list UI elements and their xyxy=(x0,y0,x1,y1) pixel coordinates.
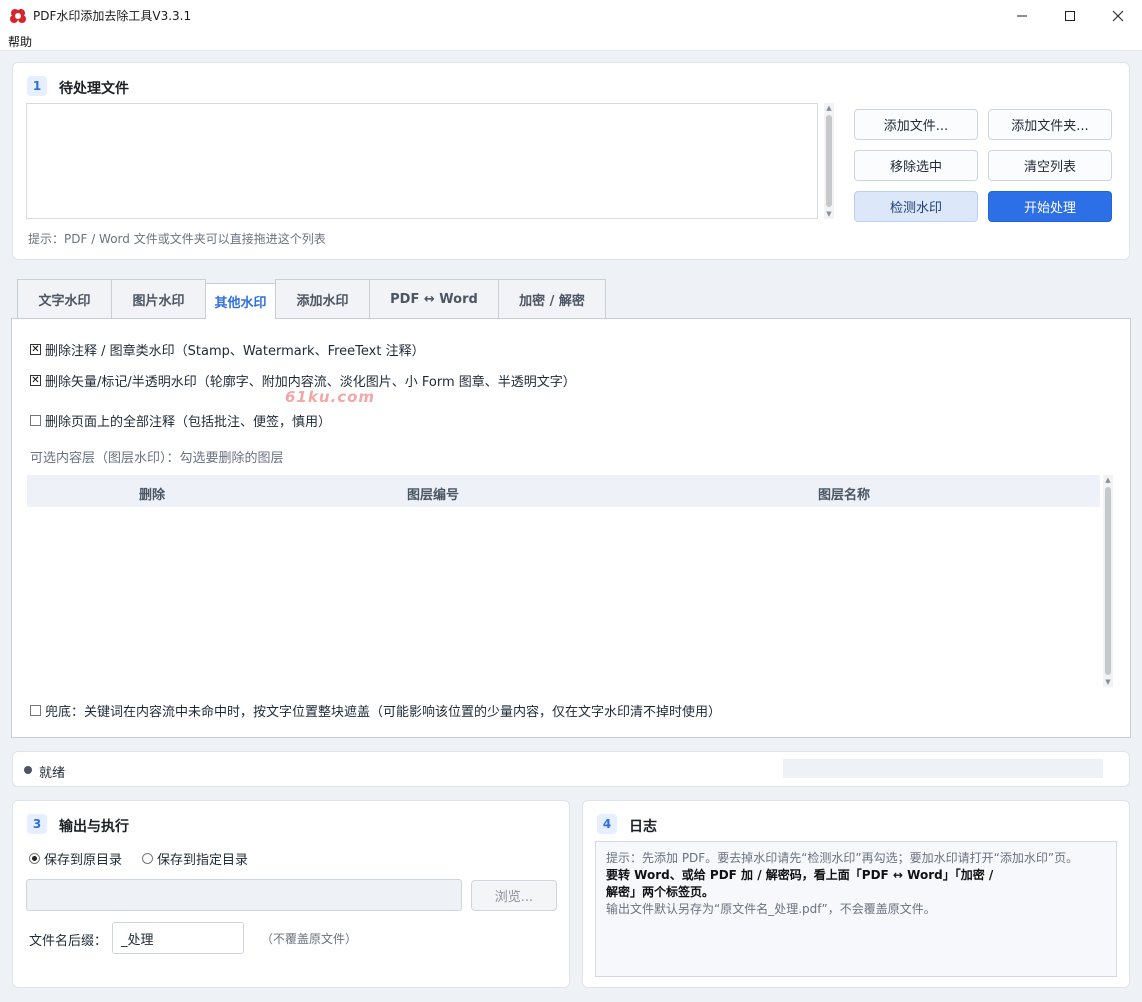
scroll-thumb[interactable] xyxy=(826,115,832,207)
tab-text-watermark[interactable]: 文字水印 xyxy=(17,279,112,319)
checkbox-annotations[interactable]: ✕ xyxy=(30,344,41,355)
log-output[interactable]: 提示：先添加 PDF。要去掉水印请先“检测水印”再勾选；要加水印请打开“添加水印… xyxy=(595,841,1117,977)
radio-save-original[interactable] xyxy=(29,853,40,864)
layers-table-scrollbar[interactable]: ▲ ▼ xyxy=(1103,475,1113,687)
files-section-title: 待处理文件 xyxy=(59,81,129,97)
minimize-button[interactable] xyxy=(998,0,1046,31)
tab-image-watermark[interactable]: 图片水印 xyxy=(111,279,206,319)
layers-label: 可选内容层（图层水印）：勾选要删除的图层 xyxy=(30,451,284,466)
tab-encrypt-decrypt[interactable]: 加密 / 解密 xyxy=(498,279,606,319)
output-dir-input[interactable] xyxy=(26,879,462,911)
window-title: PDF水印添加去除工具V3.3.1 xyxy=(33,9,192,23)
minimize-icon xyxy=(1017,15,1027,16)
status-indicator-icon xyxy=(24,766,32,774)
checkbox-fallback[interactable] xyxy=(30,705,41,716)
column-layer-number[interactable]: 图层编号 xyxy=(407,484,459,503)
other-watermark-pane: ✕ 删除注释 / 图章类水印（Stamp、Watermark、FreeText … xyxy=(11,318,1131,738)
log-line-tabs-b: 解密」两个标签页。 xyxy=(606,885,715,899)
log-section-title: 日志 xyxy=(629,819,657,835)
scroll-down-icon[interactable]: ▼ xyxy=(1103,677,1113,687)
save-custom-option[interactable]: 保存到指定目录 xyxy=(142,849,248,868)
remove-selected-button[interactable]: 移除选中 xyxy=(854,150,978,181)
suffix-label: 文件名后缀： xyxy=(29,934,108,949)
option-all-annotations[interactable]: 删除页面上的全部注释（包括批注、便签，慎用） xyxy=(30,411,331,430)
log-line-tabs-a: 要转 Word、或给 PDF 加 / 解密码，看上面「PDF ↔ Word」「加… xyxy=(606,868,994,882)
option-all-annotations-label: 删除页面上的全部注释（包括批注、便签，慎用） xyxy=(45,415,332,430)
progress-bar xyxy=(783,759,1103,778)
column-delete[interactable]: 删除 xyxy=(139,484,165,503)
option-fallback[interactable]: 兜底：关键词在内容流中未命中时，按文字位置整块遮盖（可能影响该位置的少量内容，仅… xyxy=(30,701,721,720)
radio-save-custom[interactable] xyxy=(142,853,153,864)
section-number-badge: 3 xyxy=(27,814,47,834)
menu-help[interactable]: 帮助 xyxy=(8,33,32,50)
title-bar: PDF水印添加去除工具V3.3.1 xyxy=(0,0,1142,31)
browse-button[interactable]: 浏览... xyxy=(471,880,557,911)
menu-bar: 帮助 xyxy=(0,31,1142,51)
section-number-badge: 1 xyxy=(27,76,47,96)
scroll-thumb[interactable] xyxy=(1105,487,1111,675)
scroll-up-icon[interactable]: ▲ xyxy=(824,103,834,113)
log-line-output: 输出文件默认另存为“原文件名_处理.pdf”，不会覆盖原文件。 xyxy=(606,902,936,916)
save-original-option[interactable]: 保存到原目录 xyxy=(29,849,122,868)
output-section-title: 输出与执行 xyxy=(59,819,129,835)
start-processing-button[interactable]: 开始处理 xyxy=(988,191,1112,222)
save-original-label: 保存到原目录 xyxy=(44,853,123,868)
column-layer-name[interactable]: 图层名称 xyxy=(818,484,870,503)
log-panel: 4 日志 提示：先添加 PDF。要去掉水印请先“检测水印”再勾选；要加水印请打开… xyxy=(582,800,1130,988)
close-button[interactable] xyxy=(1094,0,1142,31)
option-fallback-label: 兜底：关键词在内容流中未命中时，按文字位置整块遮盖（可能影响该位置的少量内容，仅… xyxy=(45,705,722,720)
status-text: 就绪 xyxy=(39,766,66,781)
files-panel: 1 待处理文件 ▲ ▼ 提示：PDF / Word 文件或文件夹可以直接拖进这个… xyxy=(12,62,1130,260)
app-logo-icon xyxy=(10,8,26,23)
tab-add-watermark[interactable]: 添加水印 xyxy=(275,279,370,319)
close-icon xyxy=(1112,10,1124,21)
checkbox-vector[interactable]: ✕ xyxy=(30,375,41,386)
layers-table-body[interactable] xyxy=(27,507,1100,687)
option-annotations[interactable]: ✕ 删除注释 / 图章类水印（Stamp、Watermark、FreeText … xyxy=(30,340,425,359)
scroll-up-icon[interactable]: ▲ xyxy=(1103,475,1113,485)
save-custom-label: 保存到指定目录 xyxy=(157,853,249,868)
scroll-down-icon[interactable]: ▼ xyxy=(824,209,834,219)
tab-other-watermark[interactable]: 其他水印 xyxy=(205,283,276,319)
log-line-hint: 提示：先添加 PDF。要去掉水印请先“检测水印”再勾选；要加水印请打开“添加水印… xyxy=(606,851,1079,865)
maximize-icon xyxy=(1065,10,1075,21)
tab-pdf-word[interactable]: PDF ↔ Word xyxy=(369,279,499,319)
section-number-badge: 4 xyxy=(597,814,617,834)
site-watermark-logo: 61ku.com xyxy=(285,388,376,406)
drag-hint: 提示：PDF / Word 文件或文件夹可以直接拖进这个列表 xyxy=(28,232,326,246)
file-list-scrollbar[interactable]: ▲ ▼ xyxy=(824,103,834,219)
layers-table-header: 删除 图层编号 图层名称 xyxy=(27,475,1100,507)
suffix-input[interactable]: _处理 xyxy=(112,922,244,954)
output-panel: 3 输出与执行 保存到原目录 保存到指定目录 浏览... 文件名后缀： _处理 … xyxy=(12,800,570,988)
status-bar: 就绪 xyxy=(12,751,1130,787)
add-folder-button[interactable]: 添加文件夹... xyxy=(988,109,1112,140)
maximize-button[interactable] xyxy=(1046,0,1094,31)
suffix-note: （不覆盖原文件） xyxy=(261,932,358,946)
detect-watermark-button[interactable]: 检测水印 xyxy=(854,191,978,222)
option-annotations-label: 删除注释 / 图章类水印（Stamp、Watermark、FreeText 注释… xyxy=(45,344,425,359)
add-file-button[interactable]: 添加文件... xyxy=(854,109,978,140)
clear-list-button[interactable]: 清空列表 xyxy=(988,150,1112,181)
checkbox-all-annotations[interactable] xyxy=(30,415,41,426)
file-list[interactable] xyxy=(26,103,818,219)
